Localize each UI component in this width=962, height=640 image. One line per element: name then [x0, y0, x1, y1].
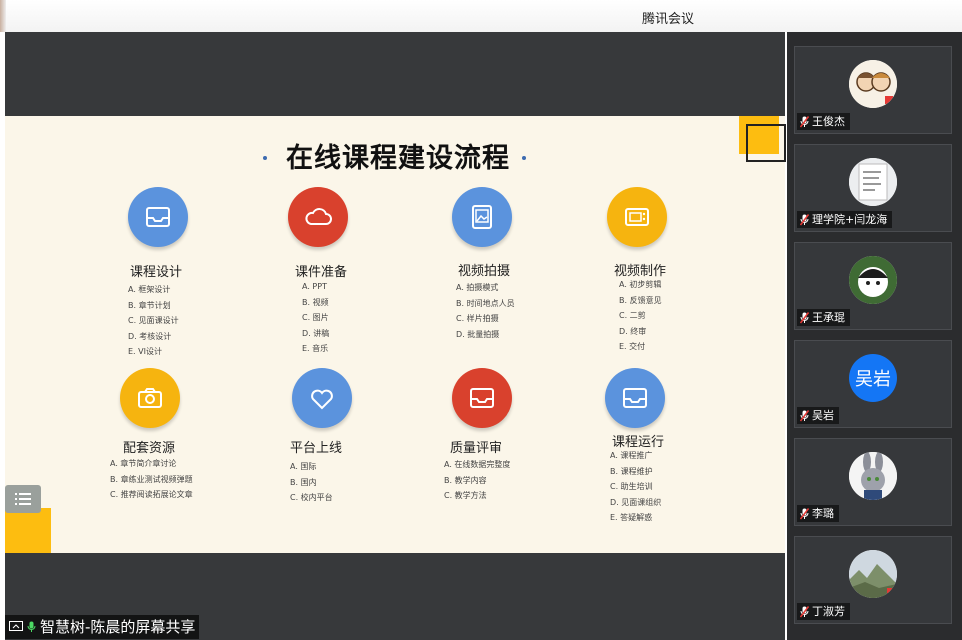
- participant-name-tag: 李璐: [797, 505, 839, 522]
- mic-muted-icon: [800, 409, 809, 421]
- category-items: A. 章节简介章讨论 B. 章练业测试视频弹题 C. 推荐阅读拓展论文章: [110, 456, 193, 503]
- avatar: [849, 60, 897, 108]
- list-item: A. 国际: [290, 462, 317, 471]
- list-item: C. 二剪: [619, 311, 646, 320]
- window-title: 腾讯会议: [642, 12, 695, 27]
- list-item: B. 国内: [290, 477, 317, 487]
- participant-tile[interactable]: 理学院+闫龙海: [794, 144, 952, 232]
- tv-icon: [607, 187, 667, 247]
- list-item: A. 课程推广: [610, 451, 653, 460]
- category-title: 课程设计: [130, 265, 183, 280]
- list-item: C. 样片拍摄: [456, 314, 499, 323]
- participant-name: 王俊杰: [812, 115, 845, 128]
- list-item: A. 拍摄模式: [456, 283, 499, 292]
- list-item: D. 见面课组织: [610, 497, 662, 507]
- camera-icon: [120, 368, 180, 428]
- screen-share-text: 智慧树-陈晨的屏幕共享: [40, 618, 196, 636]
- inbox-icon: [128, 187, 188, 247]
- screen-share-icon: [9, 621, 23, 631]
- category-items: A. 课程推广 B. 课程维护 C. 助生培训 D. 见面课组织 E. 答疑解惑: [610, 448, 661, 526]
- inbox-icon: [452, 368, 512, 428]
- slide-menu-button[interactable]: [5, 485, 41, 513]
- list-item: A. 在线数据完整度: [444, 460, 511, 469]
- category-title: 质量评审: [450, 441, 503, 456]
- list-item: C. 见面课设计: [128, 316, 179, 325]
- list-item: A. PPT: [302, 282, 327, 291]
- category-items: A. 拍摄模式 B. 时间地点人员 C. 样片拍摄 D. 批量拍摄: [456, 280, 515, 342]
- participant-tile[interactable]: 吴岩 吴岩: [794, 340, 952, 428]
- list-item: C. 推荐阅读拓展论文章: [110, 490, 193, 499]
- participant-name-tag: 吴岩: [797, 407, 839, 424]
- participant-name-tag: 王俊杰: [797, 113, 850, 130]
- mic-muted-icon: [800, 311, 809, 323]
- category-items: A. 框架设计 B. 章节计划 C. 见面课设计 D. 考核设计 E. VI设计: [128, 282, 179, 360]
- title-dot-right: [522, 156, 526, 160]
- list-item: D. 批量拍摄: [456, 329, 500, 339]
- list-item: D. 考核设计: [128, 331, 172, 341]
- list-item: C. 助生培训: [610, 482, 653, 491]
- list-item: D. 讲稿: [302, 328, 330, 338]
- category-items: A. PPT B. 视频 C. 图片 D. 讲稿 E. 音乐: [302, 279, 329, 357]
- category-title: 课件准备: [295, 265, 348, 280]
- avatar: 吴岩: [849, 354, 897, 402]
- list-icon: [15, 493, 31, 505]
- mic-muted-icon: [800, 115, 809, 127]
- list-item: B. 章练业测试视频弹题: [110, 474, 193, 484]
- list-item: B. 反馈意见: [619, 295, 662, 305]
- category-title: 平台上线: [290, 441, 343, 456]
- window-title-bar: 腾讯会议: [0, 0, 962, 32]
- list-item: B. 章节计划: [128, 300, 171, 310]
- category-items: A. 国际 B. 国内 C. 校内平台: [290, 459, 333, 506]
- screen-share-label: 智慧树-陈晨的屏幕共享: [5, 615, 200, 639]
- participant-name: 李璐: [812, 507, 834, 520]
- image-icon: [452, 187, 512, 247]
- category-items: A. 在线数据完整度 B. 教学内容 C. 教学方法: [444, 457, 510, 504]
- avatar: [849, 256, 897, 304]
- list-item: B. 教学内容: [444, 475, 487, 485]
- avatar: [849, 550, 897, 598]
- category-items: A. 初步剪辑 B. 反馈意见 C. 二剪 D. 终审 E. 交付: [619, 277, 662, 355]
- participant-tile[interactable]: 丁淑芳: [794, 536, 952, 624]
- list-item: C. 校内平台: [290, 493, 333, 502]
- participant-name: 王承琨: [812, 311, 845, 324]
- slide-deco-square-bottom: [5, 508, 51, 553]
- list-item: E. 音乐: [302, 344, 329, 353]
- list-item: C. 图片: [302, 313, 329, 322]
- cloud-icon: [288, 187, 348, 247]
- participant-name: 吴岩: [812, 409, 834, 422]
- list-item: C. 教学方法: [444, 491, 487, 500]
- window-edge: [0, 0, 6, 32]
- avatar: [849, 158, 897, 206]
- inbox-icon: [605, 368, 665, 428]
- participant-tile[interactable]: 李璐: [794, 438, 952, 526]
- participant-name: 理学院+闫龙海: [812, 213, 888, 226]
- participant-tile[interactable]: 王承琨: [794, 242, 952, 330]
- list-item: B. 课程维护: [610, 466, 653, 476]
- category-title: 视频拍摄: [458, 264, 511, 279]
- list-item: A. 初步剪辑: [619, 280, 662, 289]
- category-title: 配套资源: [123, 441, 176, 456]
- heart-icon: [292, 368, 352, 428]
- list-item: D. 终审: [619, 326, 647, 336]
- slide-title: 在线课程建设流程: [286, 143, 510, 174]
- mic-muted-icon: [800, 507, 809, 519]
- list-item: E. VI设计: [128, 347, 162, 356]
- avatar: [849, 452, 897, 500]
- list-item: A. 框架设计: [128, 285, 171, 294]
- slide-deco-outline: [746, 124, 786, 162]
- participant-tile[interactable]: 王俊杰: [794, 46, 952, 134]
- list-item: E. 答疑解惑: [610, 513, 653, 522]
- mic-icon: [27, 621, 36, 632]
- mic-muted-icon: [800, 213, 809, 225]
- participant-name-tag: 丁淑芳: [797, 603, 850, 620]
- mic-muted-icon: [800, 605, 809, 617]
- participant-name: 丁淑芳: [812, 605, 845, 618]
- participant-name-tag: 王承琨: [797, 309, 850, 326]
- list-item: A. 章节简介章讨论: [110, 459, 177, 468]
- list-item: B. 视频: [302, 297, 329, 307]
- list-item: B. 时间地点人员: [456, 298, 515, 308]
- participant-name-tag: 理学院+闫龙海: [797, 211, 893, 228]
- list-item: E. 交付: [619, 342, 646, 351]
